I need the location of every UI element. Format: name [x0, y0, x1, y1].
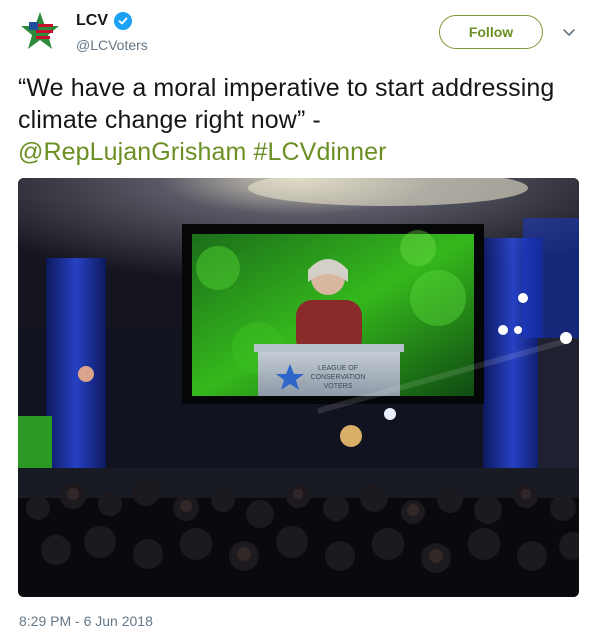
tweet-text: “We have a moral imperative to start add… [18, 72, 578, 168]
avatar[interactable] [19, 10, 61, 52]
display-name[interactable]: LCV [76, 12, 108, 30]
tweet-timestamp[interactable]: 8:29 PM - 6 Jun 2018 [19, 613, 153, 629]
tweet-photo[interactable]: LEAGUE OF CONSERVATION VOTERS [18, 178, 579, 597]
tweet-quote: “We have a moral imperative to start add… [18, 74, 555, 134]
svg-text:VOTERS: VOTERS [324, 383, 353, 390]
verified-badge-icon [114, 12, 132, 30]
hashtag-link[interactable]: #LCVdinner [254, 138, 387, 166]
follow-button[interactable]: Follow [439, 15, 543, 49]
lcv-star-logo-icon [21, 12, 59, 49]
event-photo-image: LEAGUE OF CONSERVATION VOTERS [18, 178, 579, 597]
svg-text:CONSERVATION: CONSERVATION [311, 374, 366, 381]
mention-link[interactable]: @RepLujanGrisham [18, 138, 246, 166]
user-handle[interactable]: @LCVoters [76, 37, 148, 53]
chevron-down-icon[interactable] [561, 24, 577, 40]
tweet-header: LCV @LCVoters Follow [0, 0, 595, 64]
podium-sign-text: LEAGUE OF [318, 365, 358, 372]
